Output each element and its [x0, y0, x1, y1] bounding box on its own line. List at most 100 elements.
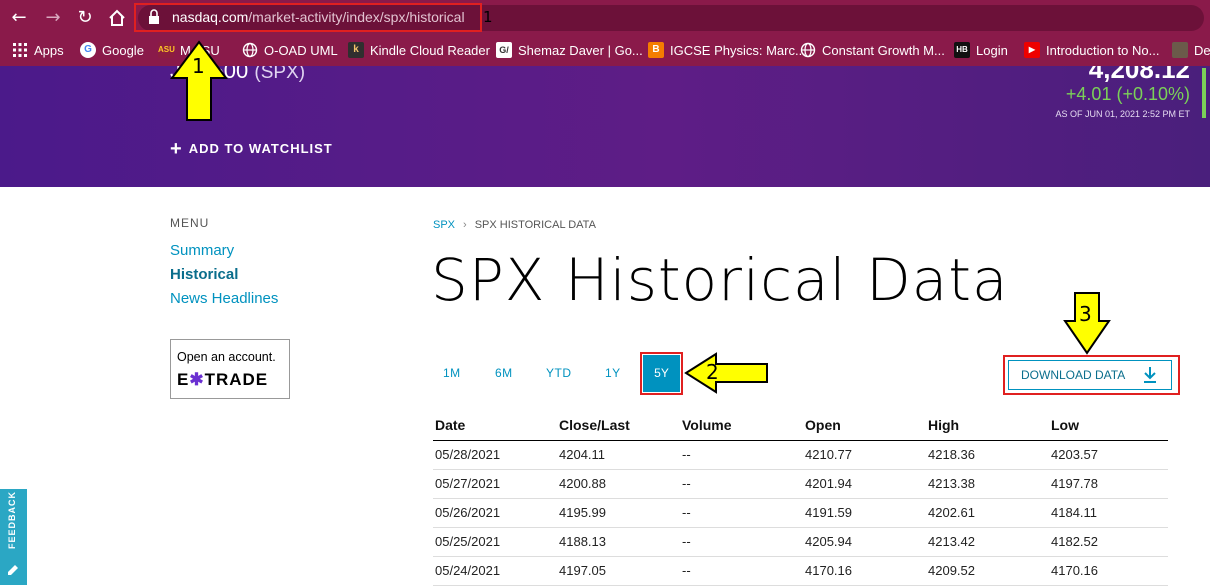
chevron-right-icon: › — [463, 219, 467, 231]
bookmark-label: Apps — [34, 42, 64, 58]
pencil-icon — [8, 565, 18, 575]
column-header[interactable]: High — [926, 411, 1049, 441]
breadcrumb-root[interactable]: SPX — [433, 219, 455, 231]
cell-high: 4202.61 — [926, 498, 1049, 528]
cell-open: 4191.59 — [803, 498, 926, 528]
cell-close: 4195.99 — [557, 498, 680, 528]
cell-close: 4188.13 — [557, 527, 680, 557]
menu-item-summary[interactable]: Summary — [170, 242, 234, 259]
google-icon: G — [80, 42, 96, 58]
menu-item-historical[interactable]: Historical — [170, 266, 238, 283]
gc-icon: G/ — [496, 42, 512, 58]
globe-icon — [800, 42, 816, 58]
bookmark-classroom[interactable]: G/Shemaz Daver | Go... — [496, 40, 643, 60]
cell-high: 4213.42 — [926, 527, 1049, 557]
plus-icon: + — [170, 137, 183, 160]
etrade-logo: E✱TRADE — [177, 370, 268, 390]
cell-low: 4182.52 — [1049, 527, 1168, 557]
historical-data-table: Date Close/Last Volume Open High Low 05/… — [433, 411, 1168, 586]
column-header[interactable]: Low — [1049, 411, 1168, 441]
bookmark-label: Google — [102, 42, 144, 58]
kindle-icon: k — [348, 42, 364, 58]
apps-grid-icon — [12, 42, 28, 58]
annotation-number: 1 — [192, 54, 205, 78]
breadcrumb-current: SPX HISTORICAL DATA — [474, 219, 596, 231]
last-price: 4,208.12 — [1088, 66, 1190, 84]
cell-date: 05/27/2021 — [433, 469, 557, 499]
cell-close: 4197.05 — [557, 556, 680, 586]
bookmark-introduction[interactable]: ▶ Introduction to No... — [1024, 40, 1159, 60]
table-row: 05/28/2021 4204.11 -- 4210.77 4218.36 42… — [433, 440, 1168, 470]
etrade-ad[interactable]: Open an account. E✱TRADE — [170, 339, 290, 399]
cell-low: 4170.16 — [1049, 556, 1168, 586]
cell-open: 4210.77 — [803, 440, 926, 470]
bookmark-de[interactable]: De — [1172, 40, 1210, 60]
bookmark-google[interactable]: G Google — [80, 40, 144, 60]
bookmark-kindle[interactable]: k Kindle Cloud Reader — [348, 40, 490, 60]
logo-star: ✱ — [189, 370, 205, 389]
cell-open: 4201.94 — [803, 469, 926, 499]
bookmark-login[interactable]: HB Login — [954, 40, 1008, 60]
logo-part: TRADE — [204, 370, 269, 389]
column-header[interactable]: Volume — [680, 411, 803, 441]
highlight-box-url — [134, 3, 482, 32]
index-symbol: (SPX) — [254, 66, 306, 83]
column-header[interactable]: Date — [433, 411, 557, 441]
bookmark-label: Kindle Cloud Reader — [370, 42, 490, 58]
avatar-icon — [1172, 42, 1188, 58]
left-arrow-annotation-icon — [684, 352, 768, 394]
table-row: 05/24/2021 4197.05 -- 4170.16 4209.52 41… — [433, 556, 1168, 586]
bookmark-label: Constant Growth M... — [822, 42, 945, 58]
cell-open: 4205.94 — [803, 527, 926, 557]
globe-icon — [242, 42, 258, 58]
bookmark-label: Introduction to No... — [1046, 42, 1160, 58]
cell-date: 05/25/2021 — [433, 527, 557, 557]
bookmark-apps[interactable]: Apps — [12, 40, 64, 60]
cell-close: 4200.88 — [557, 469, 680, 499]
cell-low: 4197.78 — [1049, 469, 1168, 499]
cell-high: 4218.36 — [926, 440, 1049, 470]
bookmark-igcse[interactable]: B IGCSE Physics: Marc... — [648, 40, 806, 60]
cell-open: 4170.16 — [803, 556, 926, 586]
cell-high: 4209.52 — [926, 556, 1049, 586]
add-to-watchlist-button[interactable]: + ADD TO WATCHLIST — [170, 137, 333, 160]
reload-icon[interactable]: ↻ — [74, 7, 96, 29]
bookmark-label: Login — [976, 42, 1008, 58]
price-change: +4.01 (+0.10%) — [1065, 84, 1190, 104]
breadcrumb: SPX › SPX HISTORICAL DATA — [433, 219, 596, 231]
highlight-box-download — [1003, 355, 1180, 395]
timeframe-1y[interactable]: 1Y — [605, 366, 621, 380]
feedback-label: FEEDBACK — [7, 490, 17, 549]
back-arrow-icon[interactable]: ← — [8, 7, 30, 29]
cell-volume: -- — [680, 498, 803, 528]
table-row: 05/26/2021 4195.99 -- 4191.59 4202.61 41… — [433, 498, 1168, 528]
cell-date: 05/24/2021 — [433, 556, 557, 586]
ad-tagline: Open an account. — [177, 350, 276, 364]
menu-heading: MENU — [170, 216, 210, 230]
timeframe-ytd[interactable]: YTD — [546, 366, 572, 380]
column-header[interactable]: Close/Last — [557, 411, 680, 441]
bookmark-constant-growth[interactable]: Constant Growth M... — [800, 40, 945, 60]
annotation-number: 1 — [483, 8, 493, 26]
forward-arrow-icon[interactable]: → — [42, 7, 64, 29]
change-indicator-bar — [1202, 68, 1206, 118]
cell-date: 05/28/2021 — [433, 440, 557, 470]
as-of-timestamp: AS OF JUN 01, 2021 2:52 PM ET — [1055, 109, 1190, 119]
cell-close: 4204.11 — [557, 440, 680, 470]
cell-volume: -- — [680, 440, 803, 470]
bookmark-label: De — [1194, 42, 1210, 58]
cell-volume: -- — [680, 527, 803, 557]
youtube-icon: ▶ — [1024, 42, 1040, 58]
timeframe-1m[interactable]: 1M — [443, 366, 461, 380]
up-arrow-annotation-icon — [170, 40, 228, 121]
cell-volume: -- — [680, 469, 803, 499]
menu-item-news-headlines[interactable]: News Headlines — [170, 290, 278, 307]
feedback-tab[interactable]: FEEDBACK — [0, 489, 27, 585]
annotation-number: 2 — [706, 360, 719, 384]
cell-low: 4203.57 — [1049, 440, 1168, 470]
bookmark-oad-uml[interactable]: O-OAD UML — [242, 40, 338, 60]
column-header[interactable]: Open — [803, 411, 926, 441]
home-icon[interactable] — [106, 7, 128, 29]
cell-date: 05/26/2021 — [433, 498, 557, 528]
timeframe-6m[interactable]: 6M — [495, 366, 513, 380]
